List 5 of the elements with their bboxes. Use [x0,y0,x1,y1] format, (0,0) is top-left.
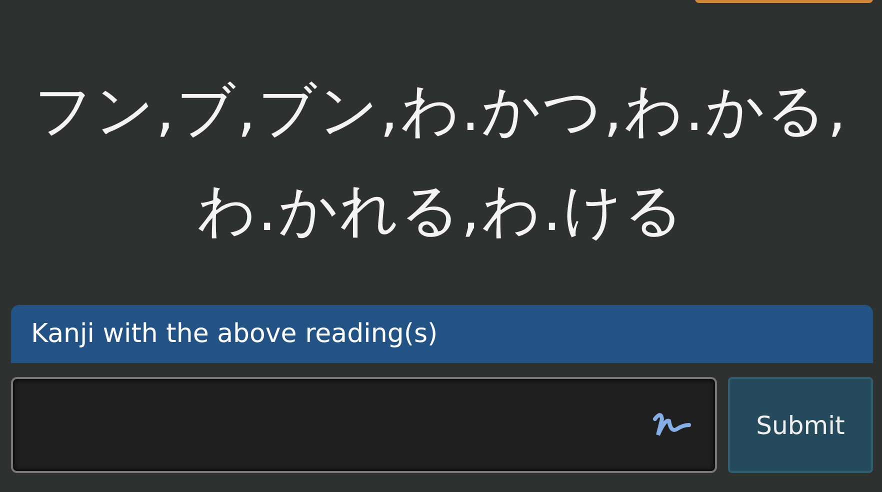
answer-field[interactable] [11,377,717,473]
prompt-banner: Kanji with the above reading(s) [11,305,873,363]
submit-button[interactable]: Submit [728,377,873,473]
handwriting-icon[interactable] [651,411,691,439]
reading-text: フン,ブ,ブン,わ.かつ,わ.かる,わ.かれる,わ.ける [34,76,848,244]
